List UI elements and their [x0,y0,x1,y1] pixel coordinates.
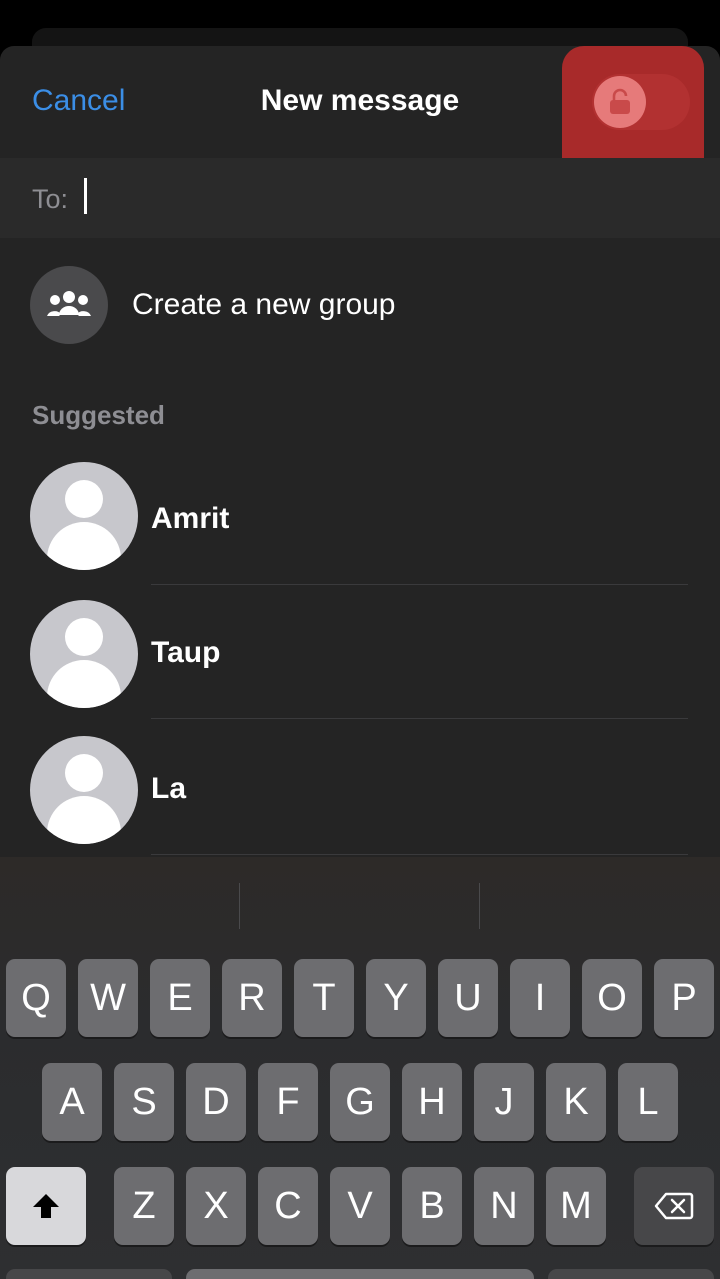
suggested-header: Suggested [32,400,165,430]
key-a[interactable]: A [42,1063,102,1141]
lock-open-icon [594,76,646,128]
avatar [30,736,138,844]
backspace-key[interactable] [634,1167,714,1245]
divider [151,718,688,719]
group-icon [30,266,108,344]
backspace-icon [654,1192,694,1220]
key-x[interactable]: X [186,1167,246,1245]
key-w[interactable]: W [78,959,138,1037]
key-r[interactable]: R [222,959,282,1037]
contact-row[interactable]: Amrit [0,462,720,596]
contact-row[interactable]: Taup [0,600,720,734]
key-u[interactable]: U [438,959,498,1037]
create-group-label: Create a new group [132,288,396,321]
key-t[interactable]: T [294,959,354,1037]
lock-toggle[interactable] [592,74,690,130]
predict-separator [479,883,480,929]
key-i[interactable]: I [510,959,570,1037]
key-d[interactable]: D [186,1063,246,1141]
key-k[interactable]: K [546,1063,606,1141]
contact-name: Taup [151,636,221,669]
key-b[interactable]: B [402,1167,462,1245]
contact-row[interactable]: La [0,736,720,870]
key-p[interactable]: P [654,959,714,1037]
text-caret [84,178,87,214]
contact-name: La [151,772,187,805]
avatar [30,462,138,570]
key-s[interactable]: S [114,1063,174,1141]
divider [151,854,688,855]
create-group-button[interactable]: Create a new group [0,262,720,352]
key-n[interactable]: N [474,1167,534,1245]
predict-separator [239,883,240,929]
recipient-input[interactable] [80,176,680,220]
key-v[interactable]: V [330,1167,390,1245]
space-key[interactable] [186,1269,534,1279]
key-g[interactable]: G [330,1063,390,1141]
numbers-key[interactable] [6,1269,172,1279]
return-key[interactable] [548,1269,714,1279]
key-j[interactable]: J [474,1063,534,1141]
key-y[interactable]: Y [366,959,426,1037]
key-f[interactable]: F [258,1063,318,1141]
shift-key[interactable] [6,1167,86,1245]
key-m[interactable]: M [546,1167,606,1245]
to-row: To: [0,158,720,238]
keyboard: Q W E R T Y U I O P A S D F G H J K L Z … [0,857,720,1279]
key-q[interactable]: Q [6,959,66,1037]
divider [151,584,688,585]
shift-icon [33,1194,59,1218]
key-o[interactable]: O [582,959,642,1037]
key-h[interactable]: H [402,1063,462,1141]
key-l[interactable]: L [618,1063,678,1141]
to-label: To: [32,184,69,214]
key-z[interactable]: Z [114,1167,174,1245]
contact-name: Amrit [151,502,230,535]
avatar [30,600,138,708]
key-e[interactable]: E [150,959,210,1037]
predictive-bar [0,857,720,953]
key-c[interactable]: C [258,1167,318,1245]
